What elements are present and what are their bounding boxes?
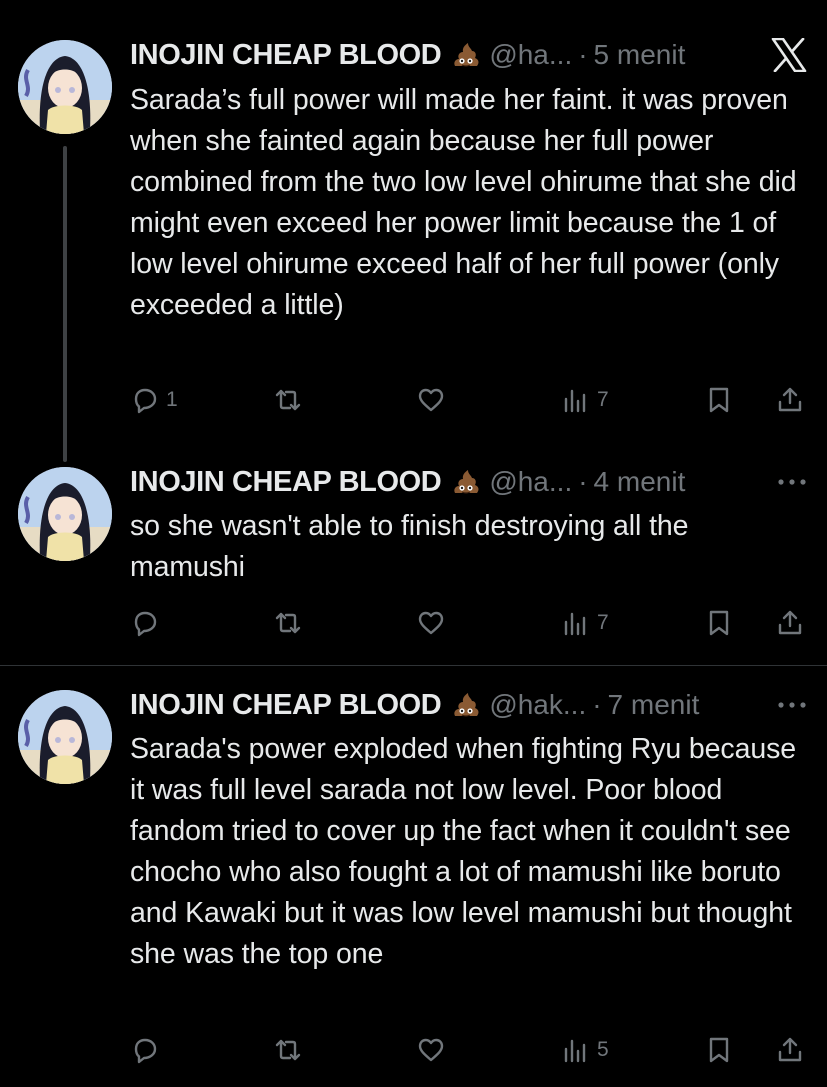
tweet-actions: 5 xyxy=(130,1030,807,1070)
avatar-image xyxy=(18,690,112,784)
tweet-text: Sarada’s full power will made her faint.… xyxy=(130,84,797,321)
tweet-text: so she wasn't able to finish destroying … xyxy=(130,510,689,583)
timestamp[interactable]: 7 menit xyxy=(608,689,700,721)
reply-button[interactable] xyxy=(130,1030,160,1070)
reply-icon xyxy=(134,388,157,414)
retweet-button[interactable] xyxy=(273,603,303,643)
tweet-text: Sarada's power exploded when fighting Ry… xyxy=(130,733,796,970)
reply-count: 1 xyxy=(166,388,178,411)
retweet-button[interactable] xyxy=(273,380,303,420)
avatar-image xyxy=(18,467,112,561)
views-button[interactable]: 7 xyxy=(561,380,609,420)
like-button[interactable] xyxy=(416,1030,446,1070)
display-name[interactable]: INOJIN CHEAP BLOOD xyxy=(130,689,442,722)
bookmark-button[interactable] xyxy=(704,603,734,643)
views-icon xyxy=(564,389,586,413)
bookmark-icon xyxy=(709,1037,729,1063)
views-button[interactable]: 5 xyxy=(561,1030,609,1070)
reply-button[interactable]: 1 xyxy=(130,380,178,420)
bookmark-button[interactable] xyxy=(704,380,734,420)
separator-dot: · xyxy=(578,39,588,70)
bookmark-icon xyxy=(709,387,729,413)
share-button[interactable] xyxy=(775,380,805,420)
tweet-header: INOJIN CHEAP BLOOD @ha... · 5 menit xyxy=(130,37,807,73)
poop-emoji-icon xyxy=(454,43,479,67)
more-icon[interactable] xyxy=(777,464,807,500)
avatar[interactable] xyxy=(18,467,112,561)
separator-dot: · xyxy=(592,689,602,720)
reply-button[interactable] xyxy=(130,603,160,643)
heart-icon xyxy=(418,611,444,635)
views-count: 7 xyxy=(597,388,609,411)
retweet-button[interactable] xyxy=(273,1030,303,1070)
reply-icon xyxy=(134,611,157,637)
retweet-icon xyxy=(275,1039,301,1061)
x-logo-icon[interactable] xyxy=(771,37,807,73)
share-icon xyxy=(778,387,802,412)
timestamp[interactable]: 5 menit xyxy=(594,39,686,71)
share-icon xyxy=(778,610,802,635)
share-button[interactable] xyxy=(775,1030,805,1070)
like-button[interactable] xyxy=(416,603,446,643)
handle[interactable]: @hak... xyxy=(489,689,586,721)
handle[interactable]: @ha... xyxy=(489,466,572,498)
views-count: 5 xyxy=(597,1038,609,1061)
reply-icon xyxy=(134,1038,157,1064)
tweet-header: INOJIN CHEAP BLOOD @hak... · 7 menit xyxy=(130,687,807,723)
tweet-header: INOJIN CHEAP BLOOD @ha... · 4 menit xyxy=(130,464,807,500)
views-icon xyxy=(564,612,586,636)
retweet-icon xyxy=(275,612,301,634)
poop-emoji-icon xyxy=(454,693,479,717)
share-icon xyxy=(778,1037,802,1062)
poop-emoji-icon xyxy=(454,470,479,494)
heart-icon xyxy=(418,388,444,412)
display-name[interactable]: INOJIN CHEAP BLOOD xyxy=(130,39,442,72)
bookmark-icon xyxy=(709,610,729,636)
avatar[interactable] xyxy=(18,690,112,784)
avatar[interactable] xyxy=(18,40,112,134)
views-icon xyxy=(564,1039,586,1063)
tweet-actions: 1 7 xyxy=(130,380,807,420)
tweet-divider xyxy=(0,665,827,666)
avatar-image xyxy=(18,40,112,134)
views-count: 7 xyxy=(597,611,609,634)
tweet-actions: 7 xyxy=(130,603,807,643)
timestamp[interactable]: 4 menit xyxy=(594,466,686,498)
separator-dot: · xyxy=(578,466,588,497)
views-button[interactable]: 7 xyxy=(561,603,609,643)
retweet-icon xyxy=(275,389,301,411)
heart-icon xyxy=(418,1038,444,1062)
like-button[interactable] xyxy=(416,380,446,420)
share-button[interactable] xyxy=(775,603,805,643)
thread-line xyxy=(63,146,67,462)
display-name[interactable]: INOJIN CHEAP BLOOD xyxy=(130,466,442,499)
handle[interactable]: @ha... xyxy=(489,39,572,71)
bookmark-button[interactable] xyxy=(704,1030,734,1070)
more-icon[interactable] xyxy=(777,687,807,723)
